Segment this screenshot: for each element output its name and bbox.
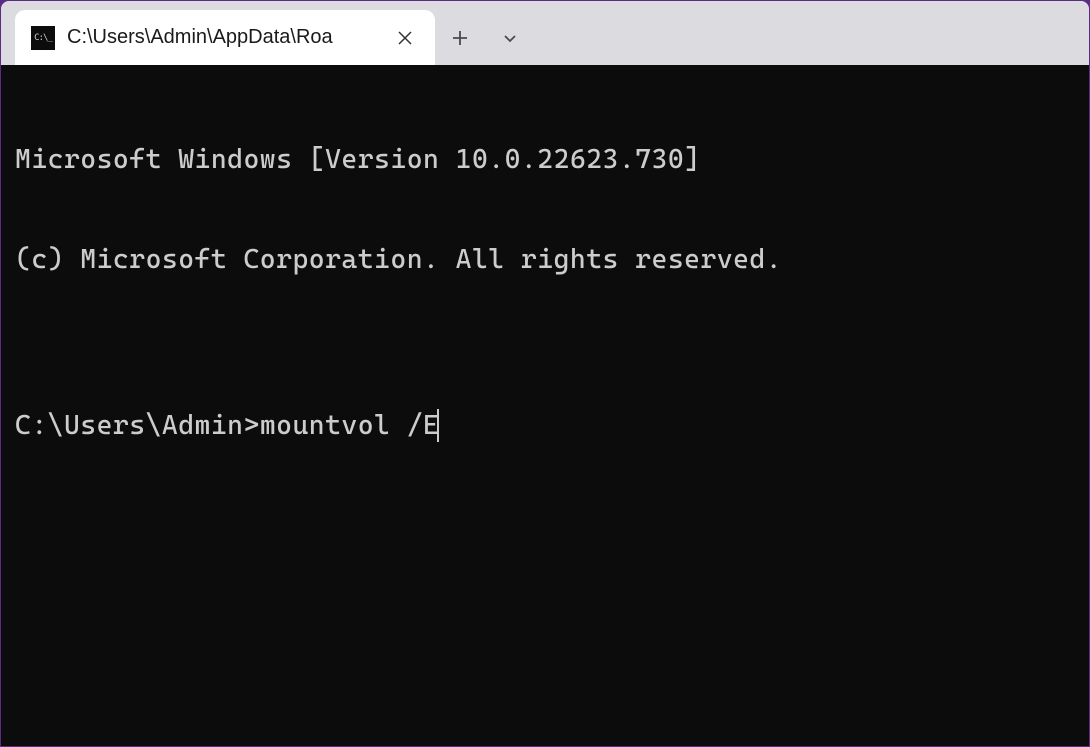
close-icon (398, 31, 412, 45)
terminal-cursor (437, 409, 439, 442)
terminal-line: (c) Microsoft Corporation. All rights re… (15, 243, 1075, 276)
close-tab-button[interactable] (391, 24, 419, 52)
terminal-window: C:\_ C:\Users\Admin\AppData\Roa M (1, 1, 1089, 746)
tab-dropdown-button[interactable] (485, 10, 535, 65)
terminal-command: mountvol /E (260, 409, 440, 442)
terminal-output: Microsoft Windows [Version 10.0.22623.73… (15, 77, 1075, 509)
terminal-prompt: C:\Users\Admin> (15, 409, 260, 442)
new-tab-button[interactable] (435, 10, 485, 65)
titlebar: C:\_ C:\Users\Admin\AppData\Roa (1, 1, 1089, 65)
plus-icon (452, 30, 468, 46)
terminal-tab[interactable]: C:\_ C:\Users\Admin\AppData\Roa (15, 10, 435, 65)
cmd-icon: C:\_ (31, 26, 55, 50)
terminal-line: Microsoft Windows [Version 10.0.22623.73… (15, 143, 1075, 176)
terminal-prompt-line: C:\Users\Admin>mountvol /E (15, 409, 1075, 442)
terminal-area[interactable]: Microsoft Windows [Version 10.0.22623.73… (1, 65, 1089, 746)
tab-title: C:\Users\Admin\AppData\Roa (67, 26, 379, 49)
chevron-down-icon (502, 30, 518, 46)
